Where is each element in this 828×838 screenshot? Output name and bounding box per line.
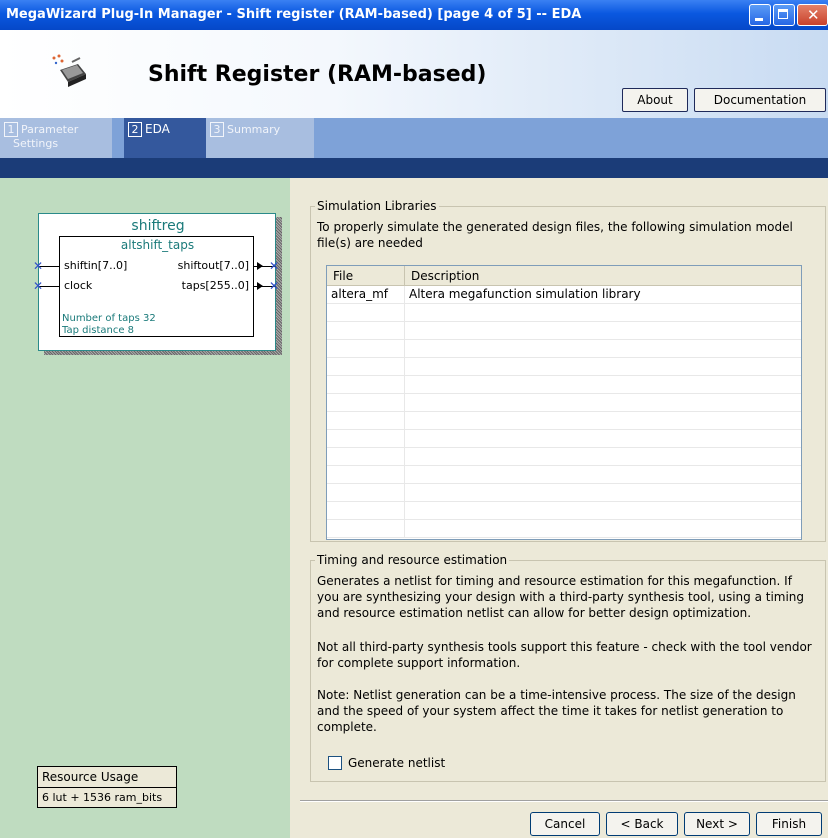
tab-strip: 1 Parameter Settings 2 EDA 3 Summary — [0, 118, 828, 158]
minimize-button[interactable] — [749, 4, 771, 26]
timing-estimation-group: Timing and resource estimation Generates… — [310, 553, 826, 782]
resource-usage-value: 6 lut + 1536 ram_bits — [42, 791, 163, 804]
maximize-icon — [778, 9, 788, 19]
column-header-description[interactable]: Description — [405, 266, 801, 286]
megawizard-logo-icon — [52, 54, 86, 87]
symbol-body: altshift_taps shiftin[7..0] clock shifto… — [59, 236, 254, 337]
table-header: File Description — [327, 266, 801, 286]
pin-marker-icon: ✕ — [269, 259, 280, 273]
checkbox-box[interactable] — [328, 756, 342, 770]
timing-support-text: Not all third-party synthesis tools supp… — [317, 640, 812, 670]
symbol-instance-name: shiftreg — [131, 218, 185, 234]
symbol-module-name: altshift_taps — [120, 238, 195, 252]
timing-estimation-legend: Timing and resource estimation — [315, 553, 510, 567]
symbol-preview-pane: shiftreg altshift_taps shiftin[7..0] clo… — [0, 178, 290, 838]
close-icon: ✕ — [807, 6, 820, 24]
output-arrow-icon — [257, 282, 263, 290]
empty-row — [327, 304, 801, 322]
finish-button[interactable]: Finish — [756, 812, 822, 836]
output-arrow-icon — [257, 262, 263, 270]
pin-marker-icon: ✕ — [269, 279, 280, 293]
empty-row — [327, 394, 801, 412]
port-clock: clock — [64, 279, 93, 292]
tab-eda[interactable]: 2 EDA — [124, 118, 206, 158]
empty-row — [327, 376, 801, 394]
port-shiftout: shiftout[7..0] — [177, 259, 249, 272]
tab-summary[interactable]: 3 Summary — [206, 118, 314, 158]
cell-file: altera_mf — [327, 286, 405, 303]
param-number-of-taps: Number of taps 32 — [62, 313, 156, 324]
module-symbol: shiftreg altshift_taps shiftin[7..0] clo… — [33, 213, 280, 351]
eda-settings-pane: Simulation Libraries To properly simulat… — [290, 178, 828, 838]
timing-description-text: Generates a netlist for timing and resou… — [317, 574, 805, 620]
timing-note-text: Note: Netlist generation can be a time-i… — [317, 688, 796, 734]
generate-netlist-label: Generate netlist — [348, 756, 446, 770]
resource-usage-box: Resource Usage 6 lut + 1536 ram_bits — [37, 766, 177, 808]
minimize-icon — [755, 18, 763, 21]
empty-row — [327, 484, 801, 502]
maximize-button[interactable] — [773, 4, 795, 26]
close-button[interactable]: ✕ — [797, 4, 828, 26]
pin-marker-icon: ✕ — [33, 279, 44, 293]
about-button[interactable]: About — [622, 88, 688, 112]
column-header-file[interactable]: File — [327, 266, 405, 286]
empty-row — [327, 340, 801, 358]
param-tap-distance: Tap distance 8 — [62, 325, 135, 336]
empty-row — [327, 322, 801, 340]
empty-row — [327, 430, 801, 448]
cell-description: Altera megafunction simulation library — [409, 287, 641, 301]
empty-row — [327, 412, 801, 430]
tab-parameter-settings[interactable]: 1 Parameter Settings — [0, 118, 112, 158]
next-button[interactable]: Next > — [684, 812, 750, 836]
window-title: MegaWizard Plug-In Manager - Shift regis… — [6, 7, 582, 22]
tab-content-band — [0, 158, 828, 178]
generate-netlist-checkbox[interactable]: Generate netlist — [328, 756, 445, 770]
pin-marker-icon: ✕ — [33, 259, 44, 273]
simulation-intro-text: To properly simulate the generated desig… — [317, 220, 793, 250]
back-button[interactable]: < Back — [606, 812, 678, 836]
title-bar: MegaWizard Plug-In Manager - Shift regis… — [0, 0, 828, 30]
page-title: Shift Register (RAM-based) — [148, 62, 487, 87]
table-row[interactable]: altera_mf Altera megafunction simulation… — [327, 286, 801, 304]
port-shiftin: shiftin[7..0] — [64, 259, 128, 272]
footer-separator — [300, 800, 828, 802]
resource-usage-title: Resource Usage — [38, 767, 176, 788]
empty-row — [327, 520, 801, 538]
simulation-libraries-table[interactable]: File Description altera_mf Altera megafu… — [326, 265, 802, 540]
empty-row — [327, 448, 801, 466]
empty-row — [327, 502, 801, 520]
port-taps: taps[255..0] — [181, 279, 249, 292]
empty-row — [327, 358, 801, 376]
cancel-button[interactable]: Cancel — [530, 812, 600, 836]
empty-row — [327, 466, 801, 484]
documentation-button[interactable]: Documentation — [694, 88, 826, 112]
simulation-libraries-legend: Simulation Libraries — [315, 199, 439, 213]
